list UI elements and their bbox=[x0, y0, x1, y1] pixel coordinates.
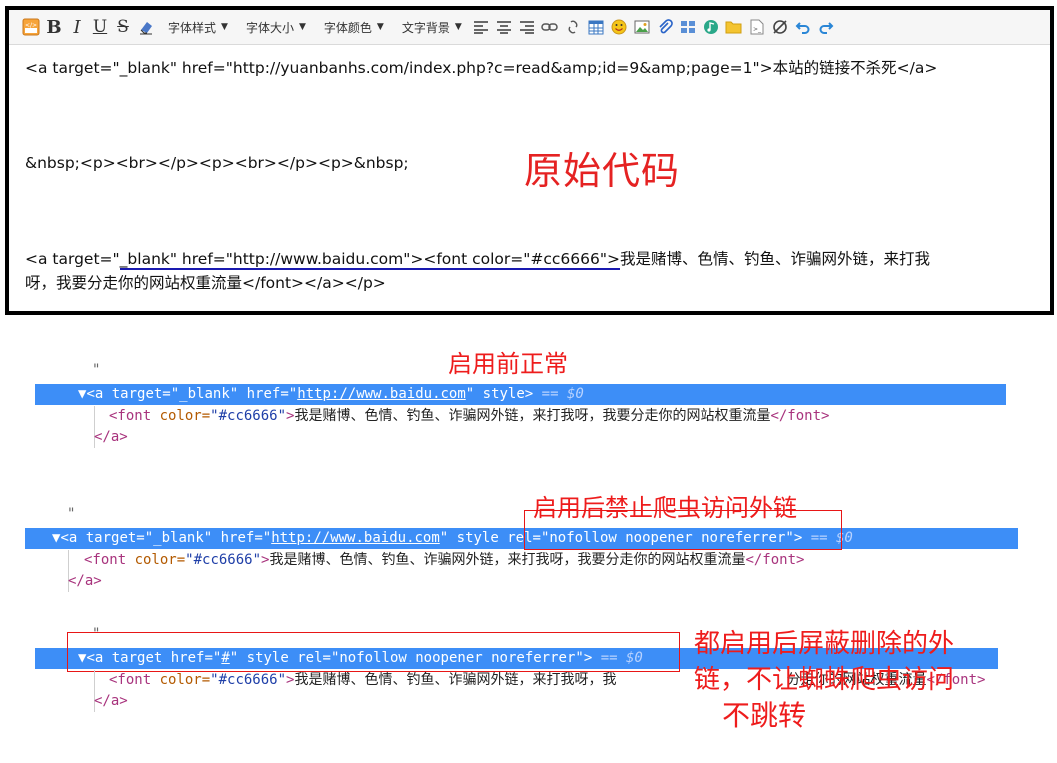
highlight-box-rel bbox=[524, 510, 842, 550]
quote-close: " bbox=[465, 386, 475, 402]
font-size-dropdown[interactable]: 字体大小 ▼ bbox=[246, 19, 306, 36]
section-2-quote: " bbox=[68, 506, 75, 522]
value-target: "_blank" bbox=[144, 530, 213, 546]
highlight-box-row bbox=[67, 632, 680, 672]
section-1-label: 启用前正常 bbox=[448, 350, 568, 378]
emoji-icon[interactable] bbox=[609, 17, 629, 37]
tag-open: <a bbox=[60, 530, 86, 546]
quote-open: " bbox=[288, 386, 298, 402]
section-3-end-row[interactable]: </a> bbox=[94, 691, 128, 712]
code-line-3: <a target="_blank" href="http://www.baid… bbox=[25, 247, 1039, 295]
a-tag-close: </a> bbox=[94, 429, 128, 445]
quote-close: " bbox=[439, 530, 449, 546]
console-ref: == $0 bbox=[533, 386, 584, 402]
code-file-icon[interactable]: >_ bbox=[747, 17, 767, 37]
bold-icon[interactable]: B bbox=[44, 17, 64, 38]
original-code-annotation: 原始代码 bbox=[524, 149, 681, 193]
code-line-3-underlined: _blank" href="http://www.baidu.com"><fon… bbox=[119, 250, 620, 270]
font-style-dropdown[interactable]: 字体样式 ▼ bbox=[168, 19, 228, 36]
gallery-icon[interactable] bbox=[678, 17, 698, 37]
editor-toolbar: </> B I U S 字体样式 ▼ 字体大小 ▼ 字体颜色 ▼ 文字背景 ▼ >_ bbox=[9, 10, 1050, 45]
chevron-down-icon: ▼ bbox=[454, 22, 462, 32]
redo-icon[interactable] bbox=[816, 17, 836, 37]
font-value: "#cc6666" bbox=[210, 408, 287, 424]
svg-text:>_: >_ bbox=[753, 26, 762, 33]
section-3-label: 都启用后屏蔽删除的外 链，不让蜘蛛爬虫访问 不跳转 bbox=[694, 626, 954, 734]
value-target: "_blank" bbox=[170, 386, 239, 402]
code-line-3-end: 我是赌博、色情、钓鱼、诈骗网外链，来打我 bbox=[620, 250, 931, 268]
undo-icon[interactable] bbox=[793, 17, 813, 37]
html-source-icon[interactable]: </> bbox=[21, 17, 41, 37]
folder-icon[interactable] bbox=[724, 17, 744, 37]
font-value: "#cc6666" bbox=[210, 672, 287, 688]
quote-open: " bbox=[262, 530, 272, 546]
align-left-icon[interactable] bbox=[471, 17, 491, 37]
text-background-label: 文字背景 bbox=[401, 20, 450, 35]
rich-text-editor: </> B I U S 字体样式 ▼ 字体大小 ▼ 字体颜色 ▼ 文字背景 ▼ >_ <… bbox=[5, 6, 1054, 315]
align-right-icon[interactable] bbox=[517, 17, 537, 37]
font-attr: color= bbox=[134, 552, 186, 568]
chevron-down-icon: ▼ bbox=[221, 22, 228, 32]
section-1-end-row[interactable]: </a> bbox=[94, 427, 128, 448]
font-tag-open: <font bbox=[84, 552, 135, 568]
section-1-selected-row[interactable]: ▼<a target="_blank" href="http://www.bai… bbox=[35, 384, 1006, 405]
a-tag-close: </a> bbox=[94, 693, 128, 709]
table-icon[interactable] bbox=[586, 17, 606, 37]
section-1-quote: " bbox=[93, 362, 100, 378]
section-2-end-row[interactable]: </a> bbox=[68, 571, 102, 592]
image-icon[interactable] bbox=[632, 17, 652, 37]
font-size-label: 字体大小 bbox=[245, 20, 294, 35]
tag-open: <a bbox=[86, 386, 112, 402]
font-color-label: 字体颜色 bbox=[323, 20, 372, 35]
font-attr: color= bbox=[159, 408, 211, 424]
section-2-selected-row[interactable]: ▼<a target="_blank" href="http://www.bai… bbox=[25, 528, 1018, 549]
music-icon[interactable] bbox=[701, 17, 721, 37]
link-icon[interactable] bbox=[540, 17, 560, 37]
chevron-down-icon: ▼ bbox=[298, 22, 306, 32]
strikethrough-icon[interactable]: S bbox=[113, 17, 133, 37]
attr-href: href= bbox=[212, 530, 263, 546]
tag-close: > bbox=[524, 386, 534, 402]
section-3-label-line-3: 不跳转 bbox=[722, 699, 807, 732]
text-background-dropdown[interactable]: 文字背景 ▼ bbox=[402, 19, 462, 36]
font-tag-open: <font bbox=[109, 672, 160, 688]
code-line-4: 呀，我要分走你的网站权重流量</font></a></p> bbox=[25, 274, 386, 292]
font-tag-open: <font bbox=[109, 408, 160, 424]
attr-target: target= bbox=[85, 530, 145, 546]
attachment-icon[interactable] bbox=[655, 17, 675, 37]
font-value: "#cc6666" bbox=[185, 552, 262, 568]
href-link[interactable]: http://www.baidu.com bbox=[271, 530, 440, 546]
underline-icon[interactable]: U bbox=[90, 17, 110, 37]
href-link[interactable]: http://www.baidu.com bbox=[297, 386, 466, 402]
section-2-child-row[interactable]: <font color="#cc6666">我是赌博、色情、钓鱼、诈骗网外链，来… bbox=[84, 550, 804, 571]
code-line-1: <a target="_blank" href="http://yuanbanh… bbox=[25, 59, 938, 77]
font-text: 我是赌博、色情、钓鱼、诈骗网外链，来打我呀，我 bbox=[294, 672, 617, 688]
font-style-label: 字体样式 bbox=[168, 20, 217, 35]
eraser-icon[interactable] bbox=[136, 17, 156, 37]
svg-text:</>: </> bbox=[25, 22, 37, 29]
attr-target: target= bbox=[111, 386, 171, 402]
attr-href: href= bbox=[238, 386, 289, 402]
font-attr: color= bbox=[159, 672, 211, 688]
font-color-dropdown[interactable]: 字体颜色 ▼ bbox=[324, 19, 384, 36]
section-3-label-line-2: 链，不让蜘蛛爬虫访问 bbox=[694, 665, 955, 695]
clear-format-icon[interactable] bbox=[770, 17, 790, 37]
unlink-icon[interactable] bbox=[563, 17, 583, 37]
font-tag-close: </font> bbox=[745, 552, 805, 568]
code-line-3-start: <a target=" bbox=[25, 250, 120, 268]
font-tag-close: </font> bbox=[770, 408, 830, 424]
section-3-label-line-1: 都启用后屏蔽删除的外 bbox=[694, 629, 955, 659]
attr-style: style bbox=[448, 530, 508, 546]
attr-style: style bbox=[474, 386, 525, 402]
section-1-child-row[interactable]: <font color="#cc6666">我是赌博、色情、钓鱼、诈骗网外链，来… bbox=[109, 406, 829, 427]
chevron-down-icon: ▼ bbox=[376, 22, 384, 32]
font-text: 我是赌博、色情、钓鱼、诈骗网外链，来打我呀，我要分走你的网站权重流量 bbox=[269, 552, 746, 568]
align-center-icon[interactable] bbox=[494, 17, 514, 37]
italic-icon[interactable]: I bbox=[67, 17, 87, 38]
code-line-2: &nbsp;<p><br></p><p><br></p><p>&nbsp; bbox=[25, 154, 409, 172]
a-tag-close: </a> bbox=[68, 573, 102, 589]
font-text: 我是赌博、色情、钓鱼、诈骗网外链，来打我呀，我要分走你的网站权重流量 bbox=[294, 408, 771, 424]
